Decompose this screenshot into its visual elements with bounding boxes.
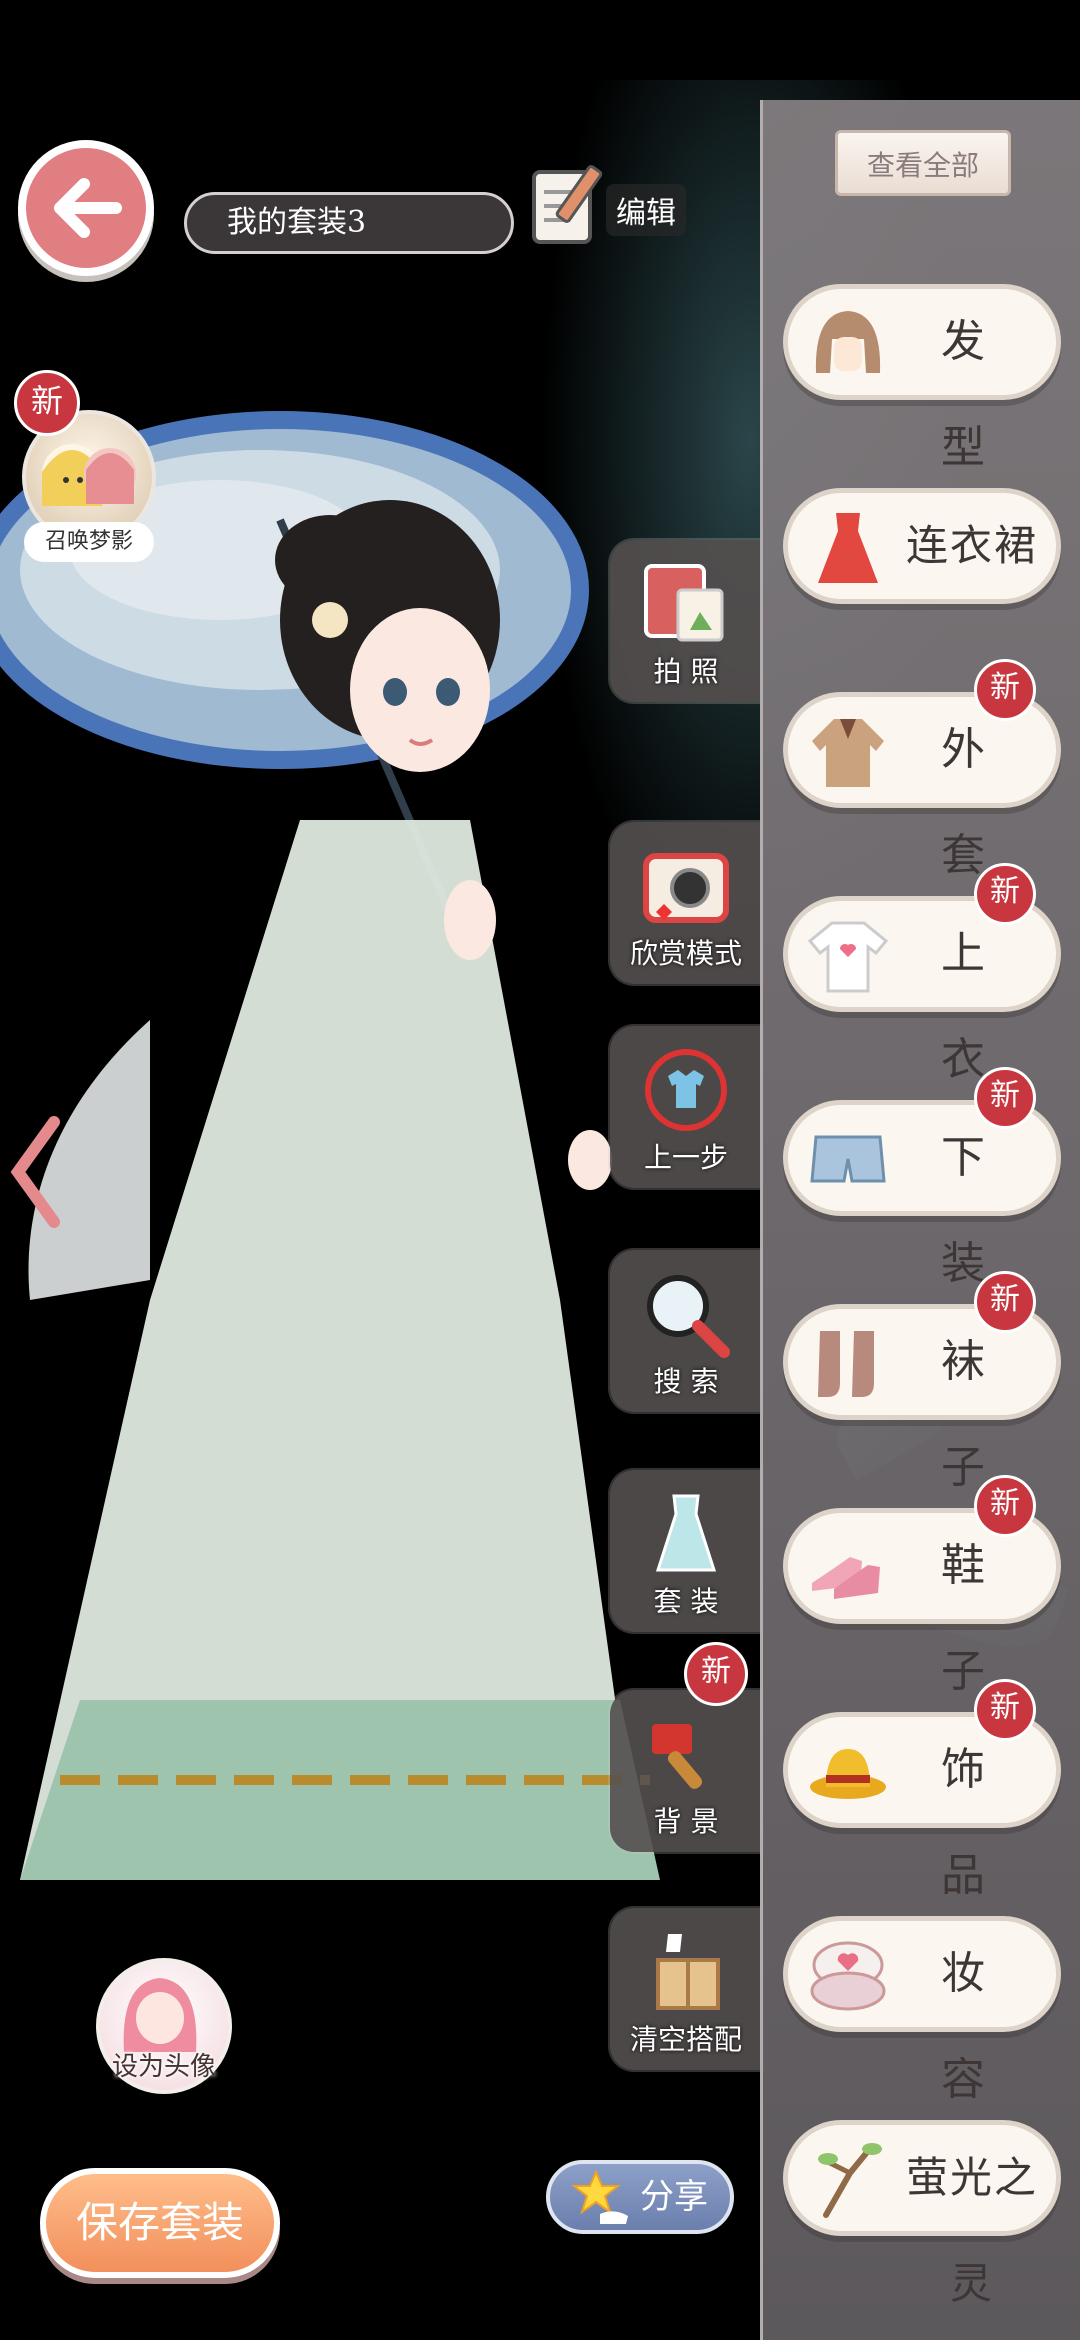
girl-portrait-icon <box>123 1978 197 2052</box>
paintbrush-icon <box>652 1724 703 1789</box>
category-label: 外 套 <box>941 724 1003 881</box>
dress-set-icon <box>655 1494 717 1572</box>
compact-icon <box>810 1941 886 2011</box>
category-label: 饰 品 <box>941 1744 1003 1901</box>
outfit-name-field[interactable]: 我的套装3 <box>184 192 514 254</box>
left-arrow-icon[interactable] <box>6 1112 66 1232</box>
category-bottom[interactable]: 新 下 装 <box>783 1067 1061 1289</box>
category-label: 下 装 <box>941 1132 1003 1289</box>
tool-label: 上一步 <box>643 1141 728 1174</box>
tool-tab-clear[interactable]: 清空搭配 <box>610 1908 762 2070</box>
coat-icon <box>812 719 884 787</box>
notepad-pencil-icon <box>532 165 603 244</box>
wardrobe-panel: 查看全部 发 型 连衣裙 新 外 套 新 上 衣 新 下 装 新 袜 子 新 鞋… <box>760 100 1080 2340</box>
category-socks[interactable]: 新 袜 子 <box>783 1271 1061 1493</box>
share-button[interactable]: 分享 <box>546 2160 734 2234</box>
box-icon <box>656 1934 720 2010</box>
tool-label: 拍 照 <box>653 655 719 688</box>
branch-icon <box>818 2143 882 2218</box>
tool-tab-search[interactable]: 搜 索 <box>610 1250 762 1412</box>
tool-tab-appreciate[interactable]: 欣赏模式 <box>610 822 762 984</box>
category-top[interactable]: 新 上 衣 <box>783 863 1061 1085</box>
tool-tab-photo[interactable]: 拍 照 <box>610 540 762 702</box>
category-label: 连衣裙 <box>905 521 1038 570</box>
category-label: 鞋 子 <box>941 1540 1003 1697</box>
tool-label: 欣赏模式 <box>629 937 742 970</box>
dress-icon <box>818 513 878 583</box>
star-hand-icon <box>571 2169 628 2224</box>
back-arrow-icon <box>54 178 122 238</box>
view-all-button[interactable]: 查看全部 <box>835 130 1011 196</box>
category-label: 上 衣 <box>941 928 1003 1085</box>
category-firefly[interactable]: 萤光之灵 <box>783 2120 1061 2308</box>
category-accessory[interactable]: 新 饰 品 <box>783 1679 1061 1901</box>
tool-label: 背 景 <box>653 1805 719 1838</box>
back-button[interactable] <box>18 140 154 276</box>
tool-label: 套 装 <box>653 1585 719 1618</box>
heels-icon <box>812 1557 880 1599</box>
new-badge: 新 <box>684 1642 748 1706</box>
summon-dream-shadow-button[interactable]: 新 召唤梦影 <box>14 370 156 570</box>
camera-icon <box>643 853 729 923</box>
set-avatar-label: 设为头像 <box>111 2052 216 2082</box>
category-label: 萤光之灵 <box>905 2153 1038 2308</box>
photo-album-icon <box>644 564 724 642</box>
category-hair[interactable]: 发 型 <box>783 284 1061 473</box>
new-badge: 新 <box>14 370 80 436</box>
set-as-avatar-button[interactable]: 设为头像 <box>96 1958 232 2094</box>
shirt-icon <box>807 921 889 993</box>
hair-icon <box>815 311 881 373</box>
category-label: 发 型 <box>941 316 1003 473</box>
category-dress[interactable]: 连衣裙 <box>783 488 1061 604</box>
hat-icon <box>810 1749 886 1799</box>
summon-label: 召唤梦影 <box>24 522 154 562</box>
tool-label: 清空搭配 <box>629 2023 742 2056</box>
save-outfit-button[interactable]: 保存套装 <box>40 2168 280 2278</box>
tool-label: 搜 索 <box>653 1365 719 1398</box>
edit-label: 编辑 <box>606 184 686 236</box>
tool-tab-background[interactable]: 新 背 景 <box>610 1642 762 1852</box>
magnifier-icon <box>647 1275 730 1358</box>
category-coat[interactable]: 新 外 套 <box>783 659 1061 881</box>
share-label: 分享 <box>640 2177 708 2217</box>
category-shoes[interactable]: 新 鞋 子 <box>783 1475 1061 1697</box>
tool-tab-suit[interactable]: 套 装 <box>610 1470 762 1632</box>
shorts-icon <box>810 1135 886 1183</box>
socks-icon <box>818 1331 874 1397</box>
undo-shirt-icon <box>645 1049 727 1131</box>
category-label: 妆 容 <box>941 1948 1003 2105</box>
edit-button[interactable]: 编辑 <box>526 160 696 250</box>
category-makeup[interactable]: 妆 容 <box>783 1916 1061 2105</box>
tool-tab-undo[interactable]: 上一步 <box>610 1026 762 1188</box>
category-label: 袜 子 <box>941 1336 1003 1493</box>
